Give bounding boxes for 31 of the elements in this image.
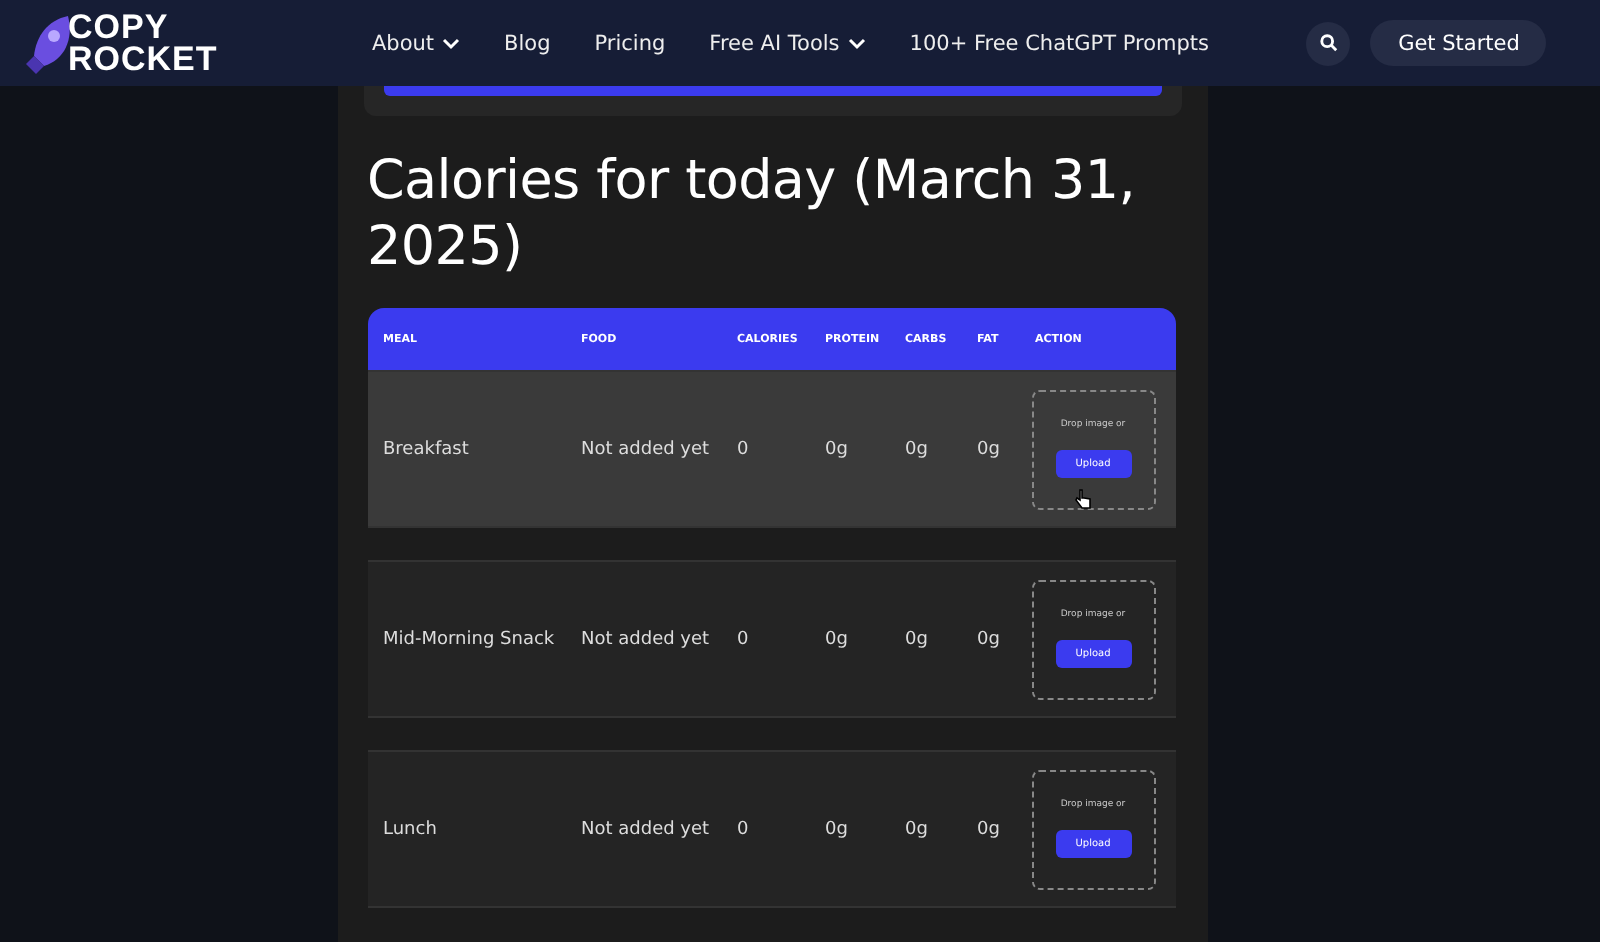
- table-cell-text: Not added yet: [579, 439, 712, 459]
- nav-link[interactable]: Pricing: [594, 31, 666, 55]
- search-button[interactable]: [1306, 21, 1351, 65]
- table-cell-text: 0g: [975, 819, 1002, 839]
- hand-cursor-icon: [1073, 487, 1091, 509]
- table-cell-text: 0g: [903, 819, 930, 839]
- chevron-down-icon: [442, 37, 461, 49]
- table-cell-text: Lunch: [381, 819, 439, 839]
- nav-link[interactable]: Free AI Tools: [709, 31, 866, 55]
- table-cell-text: Not added yet: [579, 819, 712, 839]
- table-cell-text: 0g: [823, 819, 850, 839]
- table-cell-text: Breakfast: [381, 439, 471, 459]
- nav-link[interactable]: Blog: [504, 31, 551, 55]
- nav-link[interactable]: 100+ Free ChatGPT Prompts: [909, 31, 1209, 55]
- table-cell-text: 0g: [903, 629, 930, 649]
- table-cell-text: 0g: [823, 629, 850, 649]
- table-cell-text: 0g: [823, 439, 850, 459]
- logo-text[interactable]: COPY ROCKET: [68, 11, 218, 75]
- chevron-down-icon: [847, 37, 866, 49]
- table-cell-text: Mid-Morning Snack: [381, 629, 557, 649]
- nav-link[interactable]: About: [372, 31, 461, 55]
- table-cell-text: 0g: [975, 439, 1002, 459]
- get-started-button[interactable]: Get Started: [1370, 20, 1547, 66]
- table-cell-text: 0: [735, 819, 751, 839]
- table-cell-text: 0g: [903, 439, 930, 459]
- table-cell-text: 0g: [975, 629, 1002, 649]
- table-cell-text: 0: [735, 629, 751, 649]
- table-cell-text: Not added yet: [579, 629, 712, 649]
- search-icon: [1319, 34, 1338, 52]
- table-cell-text: 0: [735, 439, 751, 459]
- page-title: Calories for today (March 31, 2025): [367, 148, 1138, 280]
